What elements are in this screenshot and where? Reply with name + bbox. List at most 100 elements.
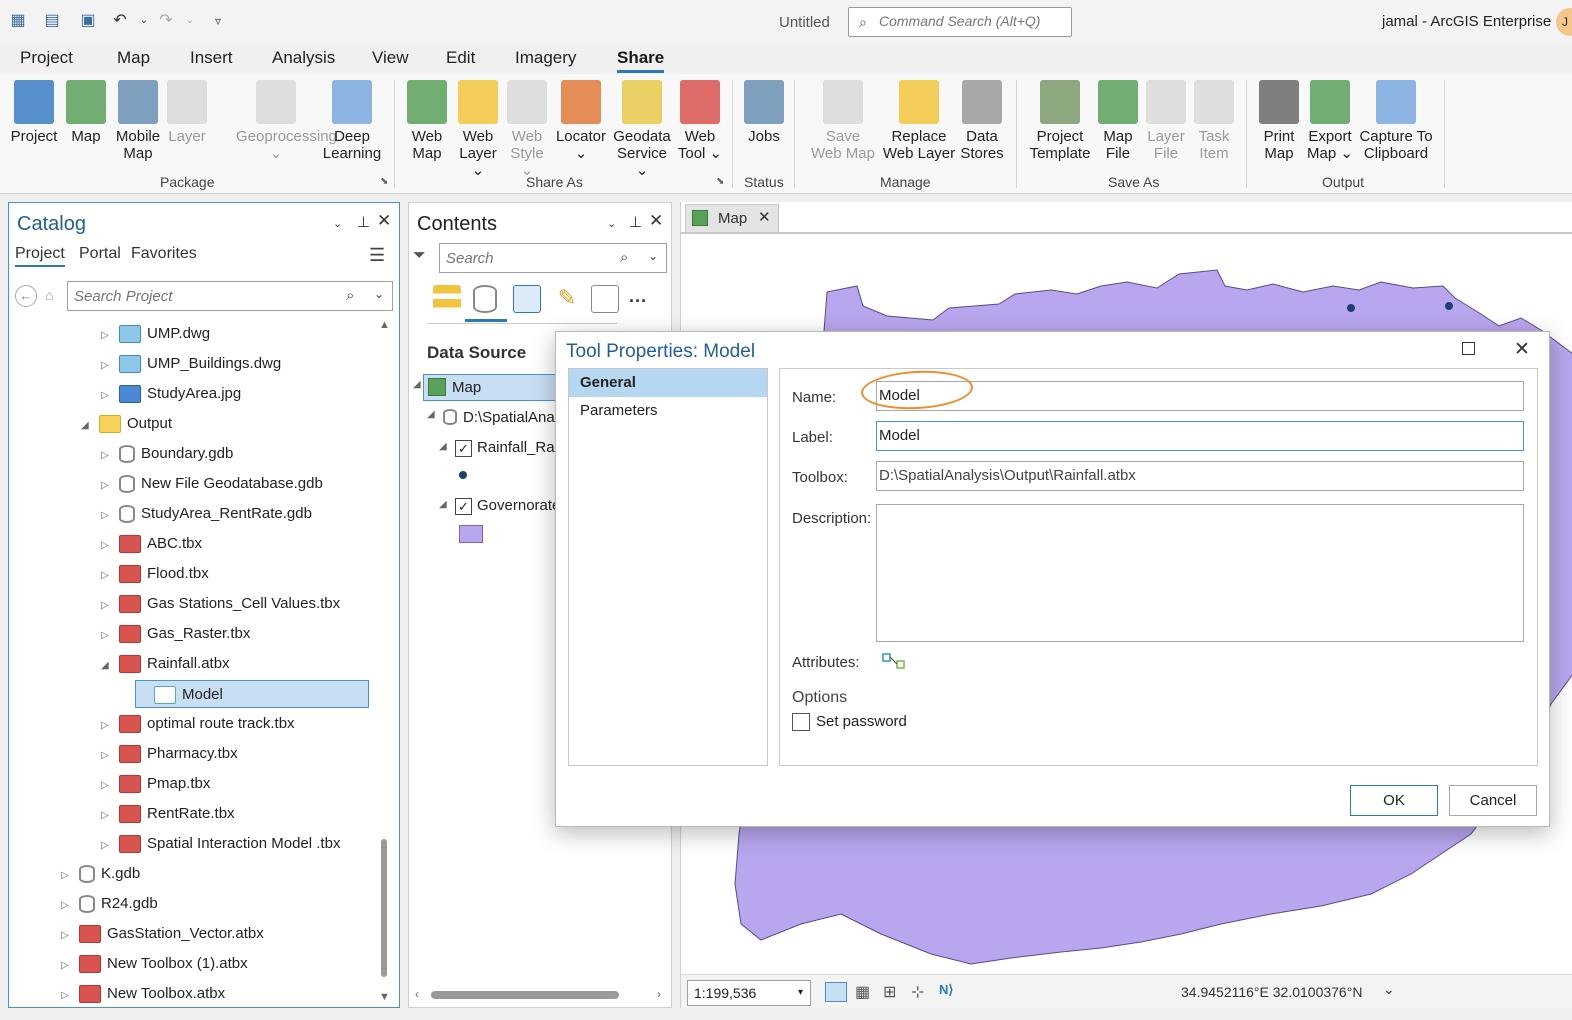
expand-arrow-icon[interactable]: ▷ bbox=[61, 982, 73, 1010]
tree-item[interactable]: ▷ UMP_Buildings.dwg bbox=[101, 350, 281, 378]
locator-button[interactable]: Locator ⌄ bbox=[554, 80, 608, 162]
new-project-icon[interactable]: ▦ bbox=[8, 11, 28, 31]
label-field[interactable] bbox=[876, 421, 1524, 451]
web-style-button[interactable]: Web Style ⌄ bbox=[502, 80, 552, 179]
model-attributes-icon[interactable] bbox=[882, 651, 906, 671]
project-template-button[interactable]: Project Template bbox=[1026, 80, 1094, 162]
signed-in-user[interactable]: jamal - ArcGIS Enterprise bbox=[1382, 13, 1551, 30]
expand-arrow-icon[interactable]: ▷ bbox=[101, 442, 113, 470]
expand-arrow-icon[interactable]: ▷ bbox=[101, 592, 113, 620]
save-project-icon[interactable]: ▣ bbox=[78, 11, 98, 31]
grid-icon[interactable]: ▦ bbox=[855, 982, 870, 1002]
pin-icon[interactable]: ⊥ bbox=[629, 213, 642, 231]
package-layer-button[interactable]: Layer bbox=[162, 80, 212, 145]
share-as-dialog-launcher-icon[interactable]: ⬊ bbox=[716, 176, 724, 187]
tree-item[interactable]: ▷ Gas_Raster.tbx bbox=[101, 620, 250, 648]
search-icon[interactable]: ⌕ bbox=[620, 249, 628, 266]
pane-options-icon[interactable]: ⌄ bbox=[607, 217, 616, 230]
maximize-icon[interactable] bbox=[1462, 342, 1475, 355]
redo-icon[interactable]: ↷ bbox=[156, 11, 176, 31]
tree-item[interactable]: ▷ StudyArea.jpg bbox=[101, 380, 241, 408]
collapse-arrow-icon[interactable]: ◢ bbox=[413, 379, 421, 390]
chevron-down-icon[interactable]: ⌄ bbox=[1383, 981, 1395, 998]
list-by-data-source-icon[interactable] bbox=[473, 285, 497, 313]
tree-item[interactable]: ▷ R24.gdb bbox=[61, 890, 158, 918]
list-by-selection-icon[interactable] bbox=[513, 285, 541, 313]
data-stores-button[interactable]: Data Stores bbox=[954, 80, 1010, 162]
package-project-button[interactable]: Project bbox=[6, 80, 62, 145]
tree-item[interactable]: ▷ RentRate.tbx bbox=[101, 800, 235, 828]
set-password-checkbox[interactable] bbox=[792, 713, 810, 731]
tree-item[interactable]: ▷ New Toolbox.atbx bbox=[61, 980, 225, 1008]
tab-analysis[interactable]: Analysis bbox=[272, 48, 335, 68]
ok-button[interactable]: OK bbox=[1350, 785, 1438, 816]
collapse-arrow-icon[interactable]: ◢ bbox=[439, 499, 447, 510]
save-web-map-button[interactable]: Save Web Map bbox=[810, 80, 876, 162]
tree-item[interactable]: ▷ Pharmacy.tbx bbox=[101, 740, 238, 768]
expand-arrow-icon[interactable]: ▷ bbox=[101, 562, 113, 590]
scroll-right-icon[interactable]: › bbox=[657, 987, 661, 1001]
close-icon[interactable]: ✕ bbox=[758, 208, 771, 226]
expand-arrow-icon[interactable]: ▷ bbox=[101, 502, 113, 530]
tree-item[interactable]: ▷ ABC.tbx bbox=[101, 530, 202, 558]
export-map-button[interactable]: Export Map ⌄ bbox=[1302, 80, 1358, 162]
search-icon[interactable]: ⌕ bbox=[346, 287, 354, 304]
expand-arrow-icon[interactable]: ▷ bbox=[101, 322, 113, 350]
web-layer-button[interactable]: Web Layer ⌄ bbox=[452, 80, 504, 179]
expand-arrow-icon[interactable]: ▷ bbox=[101, 712, 113, 740]
scrollbar-thumb[interactable] bbox=[431, 991, 619, 999]
layer-visibility-checkbox[interactable]: ✓ bbox=[455, 440, 472, 457]
tree-item[interactable]: ▷ Spatial Interaction Model .tbx bbox=[101, 830, 340, 858]
tree-item[interactable]: ◢ Rainfall.atbx bbox=[101, 650, 230, 678]
fixed-zoom-icon[interactable] bbox=[825, 982, 847, 1002]
task-item-button[interactable]: Task Item bbox=[1188, 80, 1240, 162]
scroll-up-icon[interactable]: ▲ bbox=[379, 319, 390, 331]
expand-arrow-icon[interactable]: ▷ bbox=[101, 532, 113, 560]
tree-item[interactable]: ▷ K.gdb bbox=[61, 860, 140, 888]
redo-dropdown-icon[interactable]: ⌄ bbox=[180, 11, 200, 31]
scale-dropdown[interactable]: 1:199,536 ▾ bbox=[687, 980, 811, 1006]
deep-learning-button[interactable]: Deep Learning bbox=[320, 80, 384, 162]
close-icon[interactable]: ✕ bbox=[377, 211, 391, 231]
list-by-editing-icon[interactable]: ✎ bbox=[553, 285, 581, 313]
expand-arrow-icon[interactable]: ▷ bbox=[101, 352, 113, 380]
expand-arrow-icon[interactable]: ▷ bbox=[61, 922, 73, 950]
snapping-icon[interactable]: ⊞ bbox=[883, 982, 896, 1002]
mobile-map-button[interactable]: Mobile Map bbox=[110, 80, 166, 162]
web-tool-button[interactable]: Web Tool ⌄ bbox=[672, 80, 728, 162]
list-by-snapping-icon[interactable] bbox=[591, 285, 619, 313]
catalog-search[interactable]: ⌕ ⌄ bbox=[67, 281, 393, 311]
tree-item[interactable]: ▷ Gas Stations_Cell Values.tbx bbox=[101, 590, 340, 618]
collapse-arrow-icon[interactable]: ◢ bbox=[81, 412, 93, 440]
jobs-button[interactable]: Jobs bbox=[740, 80, 788, 145]
close-icon[interactable]: ✕ bbox=[1514, 338, 1530, 361]
tree-item[interactable]: Model bbox=[135, 680, 369, 708]
catalog-tab-favorites[interactable]: Favorites bbox=[131, 245, 197, 263]
catalog-search-input[interactable] bbox=[74, 288, 334, 305]
catalog-scrollbar[interactable]: ▲ ▼ bbox=[377, 319, 391, 1005]
open-project-icon[interactable]: ▤ bbox=[42, 11, 62, 31]
description-textarea[interactable] bbox=[877, 505, 1523, 641]
expand-arrow-icon[interactable]: ▷ bbox=[101, 742, 113, 770]
tree-item[interactable]: ▷ StudyArea_RentRate.gdb bbox=[101, 500, 312, 528]
filter-icon[interactable]: ⏷ bbox=[413, 247, 426, 265]
print-map-button[interactable]: Print Map bbox=[1254, 80, 1304, 162]
close-icon[interactable]: ✕ bbox=[649, 211, 663, 231]
tree-item[interactable]: ▷ New Toolbox (1).atbx bbox=[61, 950, 248, 978]
tree-item[interactable]: ▷ New File Geodatabase.gdb bbox=[101, 470, 323, 498]
expand-arrow-icon[interactable]: ▷ bbox=[61, 892, 73, 920]
scroll-down-icon[interactable]: ▼ bbox=[379, 991, 390, 1003]
collapse-arrow-icon[interactable]: ◢ bbox=[427, 409, 435, 420]
name-field[interactable] bbox=[876, 381, 1524, 411]
tab-view[interactable]: View bbox=[372, 48, 409, 68]
layer-file-button[interactable]: Layer File bbox=[1142, 80, 1190, 162]
nav-item-parameters[interactable]: Parameters bbox=[569, 397, 767, 425]
tab-imagery[interactable]: Imagery bbox=[515, 48, 576, 68]
expand-arrow-icon[interactable]: ▷ bbox=[101, 802, 113, 830]
undo-icon[interactable]: ↶ bbox=[110, 11, 130, 31]
map-file-button[interactable]: Map File bbox=[1094, 80, 1142, 162]
undo-dropdown-icon[interactable]: ⌄ bbox=[134, 11, 154, 31]
package-map-button[interactable]: Map bbox=[62, 80, 110, 145]
pane-options-icon[interactable]: ⌄ bbox=[333, 217, 342, 230]
name-input[interactable] bbox=[879, 387, 1519, 404]
